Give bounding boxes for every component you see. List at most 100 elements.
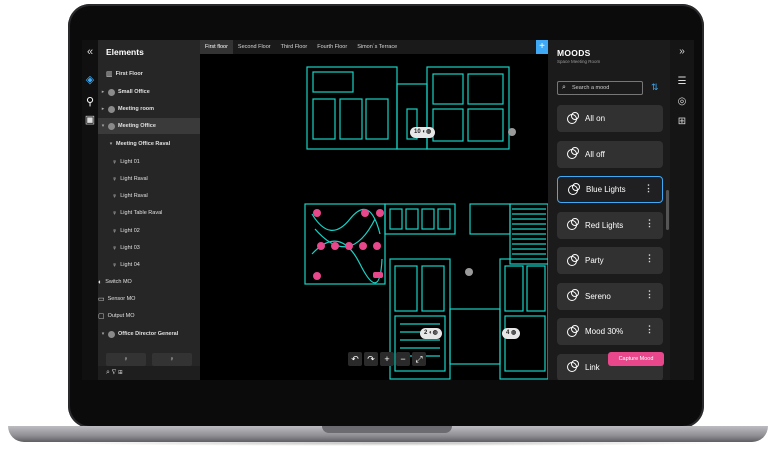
add-device-icon[interactable]: ⊞ [676, 116, 688, 128]
zoom-out-icon[interactable]: − [396, 352, 410, 366]
tree-item-sensor[interactable]: ▭ Sensor MO [98, 291, 200, 307]
mood-item[interactable]: All off [557, 140, 663, 168]
tree-item-light[interactable]: ♀ Light Raval [98, 171, 200, 187]
tree-item-light[interactable]: ♀ Light 02 [98, 223, 200, 239]
map-device-pill[interactable]: 2 ◐◍ [420, 328, 442, 339]
tab-floor[interactable]: Fourth Floor [312, 40, 352, 54]
collapse-right-icon[interactable]: » [676, 46, 688, 58]
tree-item-room[interactable]: ▸ Meeting room [98, 101, 200, 117]
light-icon: ♀ [112, 244, 118, 252]
collapse-left-icon[interactable]: « [84, 46, 96, 58]
expand-toggle-icon[interactable]: ▾ [98, 331, 108, 337]
laptop-frame: « ◈ ⚲ ▣ Elements ▥ First Floor ▸ Small Of… [0, 0, 775, 450]
tree-item-light[interactable]: ♀ Light 04 [98, 257, 200, 273]
room-top-left[interactable] [306, 66, 398, 150]
more-options-icon[interactable]: ⋮ [645, 253, 654, 264]
mood-search-input[interactable]: ⌕ Search a mood [557, 81, 643, 95]
mood-icon [567, 289, 579, 301]
map-device-pill[interactable]: 4 ◍ [502, 328, 521, 339]
tree-item-label: Small Office [118, 89, 150, 95]
tab-floor[interactable]: Simon´s Terrace [352, 40, 402, 54]
tree-item-room[interactable]: ▸ Small Office [98, 84, 200, 100]
mood-item[interactable]: Mood 30% ⋮ [557, 318, 663, 345]
moods-scrollbar[interactable] [666, 190, 669, 230]
moods-title: MOODS [557, 48, 591, 58]
more-options-icon[interactable]: ⋮ [645, 218, 654, 229]
tree-item-label: Light Table Raval [120, 210, 163, 216]
mood-icon [567, 218, 579, 230]
right-rail: » ☰ ◎ ⊞ [670, 40, 694, 380]
mood-item[interactable]: Sereno ⋮ [557, 282, 663, 310]
tree-item-label: Light 04 [120, 262, 140, 268]
laptop-notch [322, 426, 452, 433]
grid-icon[interactable]: ⊞ [118, 369, 122, 376]
sort-icon[interactable]: ⇅ [651, 82, 659, 93]
mood-icon [567, 111, 579, 124]
tree-item-light[interactable]: ♀ Light 03 [98, 240, 200, 256]
tree-item-switch[interactable]: ◐ Switch MO [98, 274, 200, 290]
fit-screen-icon[interactable]: ⤢ [412, 352, 426, 366]
mood-label: Sereno [585, 291, 611, 301]
mood-icon [567, 324, 579, 337]
filter-icon[interactable]: ∇ [112, 369, 116, 376]
search-icon: ⌕ [562, 84, 566, 91]
tab-floor[interactable]: Third Floor [276, 40, 313, 54]
map-controls: ↶ ↷ + − ⤢ [348, 352, 426, 368]
search-icon[interactable]: ⌕ [106, 369, 110, 376]
tree-item-label: Meeting room [118, 106, 155, 112]
panel-icon[interactable]: ☰ [676, 76, 688, 88]
tab-floor[interactable]: Second Floor [233, 40, 276, 54]
tree-item-light[interactable]: ♀ Light Table Raval [98, 205, 200, 221]
calendar-icon[interactable]: ▣ [84, 114, 96, 126]
map-device-pill[interactable]: 10 ◐◍ [410, 127, 436, 138]
redo-icon[interactable]: ↷ [364, 352, 378, 366]
tree-item-room[interactable]: ▾ Meeting Office [98, 118, 200, 134]
undo-icon[interactable]: ↶ [348, 352, 362, 366]
mood-icon [567, 253, 579, 266]
tree-item-output[interactable]: ▢ Output MO [98, 308, 200, 324]
light-icon: ♀ [112, 175, 118, 183]
tree-item-room[interactable]: ▾ Office Director General [98, 326, 200, 342]
light-card-icon[interactable]: ♀ [106, 353, 146, 366]
app-screen: « ◈ ⚲ ▣ Elements ▥ First Floor ▸ Small Of… [82, 40, 694, 380]
element-cards: ♀ ♀ [106, 353, 192, 366]
room-lower-right[interactable] [499, 258, 548, 380]
tab-floor[interactable]: First floor [200, 40, 233, 54]
expand-toggle-icon[interactable]: ▸ [98, 106, 108, 112]
more-options-icon[interactable]: ⋮ [645, 324, 654, 335]
tree-item-light[interactable]: ♀ Light Raval [98, 188, 200, 204]
mood-icon[interactable]: ◎ [676, 96, 688, 108]
light-icon: ♀ [112, 227, 118, 235]
expand-toggle-icon[interactable]: ▾ [106, 141, 116, 147]
tree-item-label: Light 01 [120, 159, 140, 165]
add-floor-button[interactable]: + [536, 40, 548, 54]
mood-item[interactable]: Blue Lights ⋮ [557, 176, 663, 203]
tree-item-group[interactable]: ▾ Meeting Office Raval [98, 136, 200, 152]
mood-item[interactable]: Party ⋮ [557, 247, 663, 274]
light-icon: ♀ [112, 158, 118, 166]
switch-icon: ◐ [98, 278, 103, 286]
more-options-icon[interactable]: ⋮ [645, 289, 654, 300]
floor-plan[interactable] [200, 54, 548, 380]
mood-item[interactable]: Red Lights ⋮ [557, 211, 663, 239]
expand-toggle-icon[interactable]: ▾ [98, 123, 108, 129]
layers-icon[interactable]: ◈ [84, 74, 96, 86]
mood-item[interactable]: All on [557, 105, 663, 132]
tree-item-label: Light Raval [120, 176, 148, 182]
nodes-icon[interactable]: ⚲ [84, 96, 96, 108]
mood-label: Link [585, 362, 600, 372]
floor-root[interactable]: ▥ First Floor [98, 66, 200, 82]
light-card-icon[interactable]: ♀ [152, 353, 192, 366]
more-options-icon[interactable]: ⋮ [644, 183, 653, 194]
mood-icon [567, 360, 579, 372]
room-icon [108, 105, 115, 113]
tree-item-label: Light Raval [120, 193, 148, 199]
middle-hall [449, 308, 501, 365]
capture-mood-button[interactable]: Capture Mood [608, 352, 664, 366]
zoom-in-icon[interactable]: + [380, 352, 394, 366]
mood-search-placeholder: Search a mood [572, 85, 610, 91]
expand-toggle-icon[interactable]: ▸ [98, 89, 108, 95]
tree-item-light[interactable]: ♀ Light 01 [98, 154, 200, 170]
room-icon [108, 330, 115, 338]
floor-root-label: First Floor [115, 71, 143, 77]
